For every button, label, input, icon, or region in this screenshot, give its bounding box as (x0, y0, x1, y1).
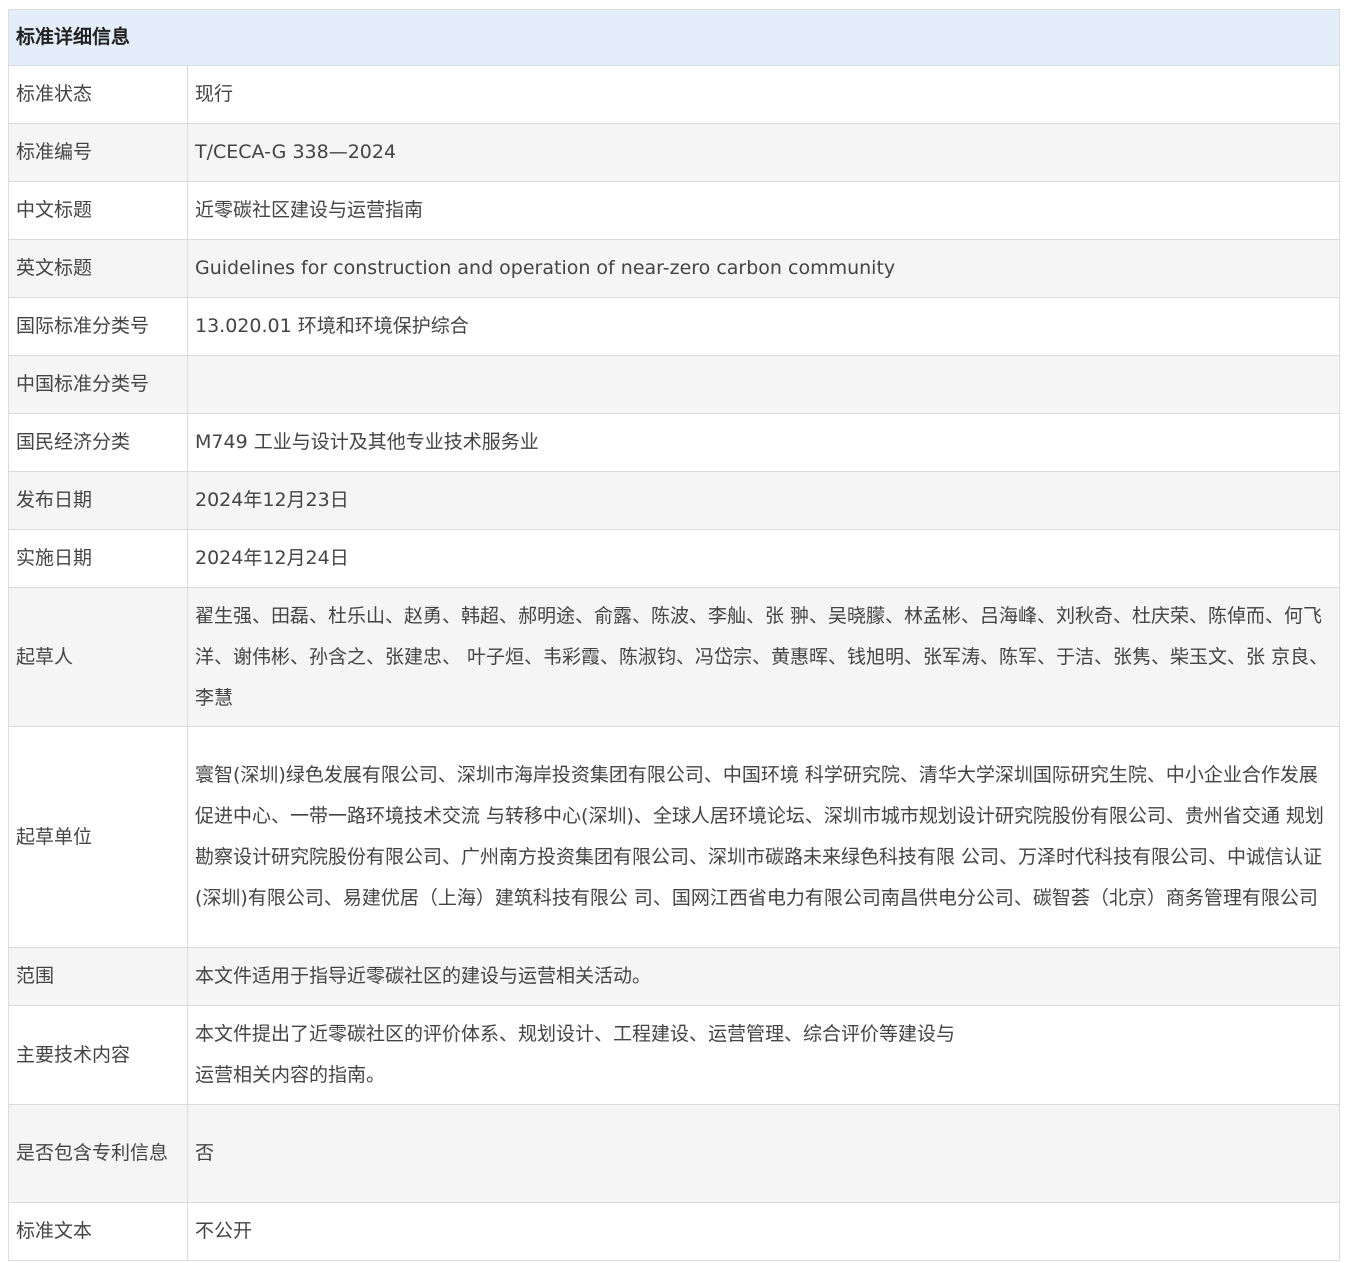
row-value-standard-text: 不公开 (186, 1202, 1341, 1261)
table-row: 中文标题 近零碳社区建设与运营指南 (8, 181, 1341, 240)
row-label-publish-date: 发布日期 (8, 471, 188, 530)
row-value-standard-number: T/CECA-G 338—2024 (186, 123, 1341, 182)
row-label-implement-date: 实施日期 (8, 529, 188, 588)
table-row: 标准文本 不公开 (8, 1202, 1341, 1261)
row-label-chinese-title: 中文标题 (8, 181, 188, 240)
row-value-ccs (186, 355, 1341, 414)
table-row: 范围 本文件适用于指导近零碳社区的建设与运营相关活动。 (8, 947, 1341, 1006)
row-label-ics: 国际标准分类号 (8, 297, 188, 356)
row-label-standard-number: 标准编号 (8, 123, 188, 182)
standard-detail-table: 标准详细信息 标准状态 现行 标准编号 T/CECA-G 338—2024 中文… (7, 9, 1341, 1261)
row-label-economic-class: 国民经济分类 (8, 413, 188, 472)
table-row: 发布日期 2024年12月23日 (8, 471, 1341, 530)
row-label-ccs: 中国标准分类号 (8, 355, 188, 414)
table-row: 国际标准分类号 13.020.01 环境和环境保护综合 (8, 297, 1341, 356)
technical-content-line: 本文件提出了近零碳社区的评价体系、规划设计、工程建设、运营管理、综合评价等建设与 (195, 1023, 956, 1045)
row-value-drafting-units: 寰智(深圳)绿色发展有限公司、深圳市海岸投资集团有限公司、中国环境 科学研究院、… (186, 726, 1341, 948)
row-value-status: 现行 (186, 65, 1341, 124)
table-row: 起草人 翟生强、田磊、杜乐山、赵勇、韩超、郝明途、俞露、陈波、李舢、张 翀、吴晓… (8, 587, 1341, 727)
table-row: 是否包含专利信息 否 (8, 1104, 1341, 1203)
row-value-drafters: 翟生强、田磊、杜乐山、赵勇、韩超、郝明途、俞露、陈波、李舢、张 翀、吴晓朦、林孟… (186, 587, 1341, 727)
row-label-drafting-units: 起草单位 (8, 726, 188, 948)
row-value-publish-date: 2024年12月23日 (186, 471, 1341, 530)
row-label-main-technical-content: 主要技术内容 (8, 1005, 188, 1105)
table-row: 实施日期 2024年12月24日 (8, 529, 1341, 588)
standard-detail-panel: 标准详细信息 标准状态 现行 标准编号 T/CECA-G 338—2024 中文… (7, 9, 1341, 1261)
row-label-drafters: 起草人 (8, 587, 188, 727)
table-header-title: 标准详细信息 (7, 9, 1341, 66)
row-value-implement-date: 2024年12月24日 (186, 529, 1341, 588)
row-value-chinese-title: 近零碳社区建设与运营指南 (186, 181, 1341, 240)
row-label-standard-text: 标准文本 (8, 1202, 188, 1261)
row-value-main-technical-content: 本文件提出了近零碳社区的评价体系、规划设计、工程建设、运营管理、综合评价等建设与… (186, 1005, 1341, 1105)
row-label-scope: 范围 (8, 947, 188, 1006)
row-label-english-title: 英文标题 (8, 239, 188, 298)
table-row: 标准编号 T/CECA-G 338—2024 (8, 123, 1341, 182)
table-row: 中国标准分类号 (8, 355, 1341, 414)
table-row: 起草单位 寰智(深圳)绿色发展有限公司、深圳市海岸投资集团有限公司、中国环境 科… (8, 726, 1341, 948)
row-value-patent-info: 否 (186, 1104, 1341, 1203)
row-value-ics: 13.020.01 环境和环境保护综合 (186, 297, 1341, 356)
row-label-patent-info: 是否包含专利信息 (8, 1104, 188, 1203)
row-value-english-title: Guidelines for construction and operatio… (186, 239, 1341, 298)
row-value-scope: 本文件适用于指导近零碳社区的建设与运营相关活动。 (186, 947, 1341, 1006)
table-row: 标准状态 现行 (8, 65, 1341, 124)
row-value-economic-class: M749 工业与设计及其他专业技术服务业 (186, 413, 1341, 472)
row-label-status: 标准状态 (8, 65, 188, 124)
technical-content-line: 运营相关内容的指南。 (195, 1064, 386, 1086)
table-row: 英文标题 Guidelines for construction and ope… (8, 239, 1341, 298)
table-row: 主要技术内容 本文件提出了近零碳社区的评价体系、规划设计、工程建设、运营管理、综… (8, 1005, 1341, 1105)
table-row: 国民经济分类 M749 工业与设计及其他专业技术服务业 (8, 413, 1341, 472)
